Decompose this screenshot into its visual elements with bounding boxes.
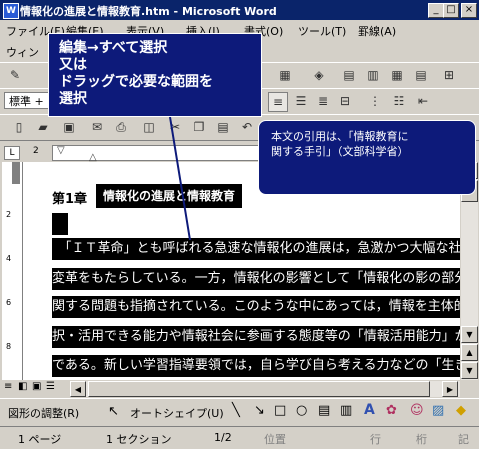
hscroll-thumb[interactable]: [88, 381, 430, 397]
cut-icon[interactable]: ✂: [166, 118, 184, 136]
minimize-button[interactable]: _: [428, 3, 444, 18]
web-view-icon[interactable]: ◧: [18, 381, 27, 392]
normal-view-icon[interactable]: ≡: [4, 381, 12, 392]
vertical-textbox-icon[interactable]: ▥: [340, 403, 352, 418]
scroll-right-icon[interactable]: ▶: [442, 381, 458, 397]
selection-block: [52, 213, 68, 235]
vruler-number-6: 6: [6, 298, 12, 307]
menu-window[interactable]: ウィン: [6, 44, 39, 60]
columns-icon[interactable]: ⊞: [440, 66, 458, 84]
grid-icon-3[interactable]: ▦: [388, 66, 406, 84]
email-icon[interactable]: ✉: [88, 118, 106, 136]
document-line[interactable]: 関する問題も指摘されている。このような中にあっては，情報を主体的: [52, 296, 460, 318]
arrow-icon[interactable]: ↘: [254, 403, 265, 418]
close-button[interactable]: ×: [461, 3, 477, 18]
scroll-left-icon[interactable]: ◀: [70, 381, 86, 397]
status-section: 1 セクション: [106, 433, 172, 446]
draw-adjust-menu[interactable]: 図形の調整(R): [8, 405, 79, 421]
copy-icon[interactable]: ❐: [190, 118, 208, 136]
undo-icon[interactable]: ↶: [238, 118, 256, 136]
line-icon[interactable]: ╲: [232, 403, 240, 418]
status-column: 桁: [416, 433, 427, 446]
chapter-label: 第1章: [52, 192, 88, 207]
outline-view-icon[interactable]: ☰: [46, 381, 55, 392]
status-page: 1 ページ: [18, 433, 62, 446]
document-line[interactable]: 択・活用できる能力や情報社会に参画する態度等の「情報活用能力」が: [52, 326, 460, 348]
menu-tools[interactable]: ツール(T): [298, 23, 346, 39]
drawing-toolbar: 図形の調整(R) ↖ オートシェイプ(U) ╲ ↘ □ ○ ▤ ▥ A ✿ ☺ …: [0, 398, 479, 425]
open-folder-icon[interactable]: ▰: [34, 118, 52, 136]
select-pointer-icon[interactable]: ↖: [108, 404, 119, 419]
maximize-button[interactable]: □: [443, 3, 459, 18]
horizontal-scrollbar[interactable]: ◀ ▶: [70, 381, 460, 397]
align-right-icon[interactable]: ≣: [314, 92, 332, 110]
picture-icon[interactable]: ▨: [432, 403, 444, 418]
print-view-icon[interactable]: ▣: [32, 381, 41, 392]
word-app-icon[interactable]: W: [3, 3, 19, 19]
pencil-icon[interactable]: ✎: [6, 66, 24, 84]
callout-line: ドラッグで必要な範囲を: [59, 74, 213, 90]
vruler-number-2: 2: [6, 210, 12, 219]
border-icon[interactable]: ▦: [276, 66, 294, 84]
status-line: 行: [370, 433, 381, 446]
next-page-icon[interactable]: ▼: [461, 362, 478, 379]
bullets-icon[interactable]: ☷: [390, 92, 408, 110]
ruler-left-number: 2: [33, 146, 39, 156]
distribute-icon[interactable]: ⊟: [336, 92, 354, 110]
note-line: 本文の引用は、「情報教育に: [271, 130, 409, 143]
status-pages: 1/2: [214, 431, 232, 444]
paste-icon[interactable]: ▤: [214, 118, 232, 136]
oval-icon[interactable]: ○: [296, 403, 307, 418]
callout-line: 編集→すべて選択: [59, 40, 168, 56]
instruction-callout: 編集→すべて選択 又は ドラッグで必要な範囲を 選択: [48, 33, 262, 117]
status-record: 記: [458, 433, 469, 446]
document-line[interactable]: 変革をもたらしている。一方，情報化の影響として「情報化の影の部分: [52, 268, 460, 290]
vertical-ruler-margin: [12, 162, 20, 184]
fill-color-icon[interactable]: ◈: [310, 66, 328, 84]
tab-selector-icon[interactable]: L: [4, 146, 20, 160]
new-doc-icon[interactable]: ▯: [10, 118, 28, 136]
rectangle-icon[interactable]: □: [274, 403, 286, 418]
align-justify-icon[interactable]: ≡: [268, 92, 288, 112]
grid-icon[interactable]: ▤: [340, 66, 358, 84]
fill-bucket-icon[interactable]: ◆: [456, 403, 466, 418]
vruler-number-4: 4: [6, 254, 12, 263]
view-buttons: ≡ ◧ ▣ ☰: [2, 381, 68, 397]
numbering-icon[interactable]: ⋮: [366, 92, 384, 110]
save-icon[interactable]: ▣: [60, 118, 78, 136]
grid-icon-2[interactable]: ▥: [364, 66, 382, 84]
scroll-down-icon[interactable]: ▼: [461, 326, 478, 343]
window-title: 情報化の進展と情報教育.htm - Microsoft Word: [20, 5, 277, 18]
document-line[interactable]: である。新しい学習指導要領では，自ら学び自ら考える力などの「生き: [52, 355, 460, 377]
vruler-number-8: 8: [6, 342, 12, 351]
chapter-title: 情報化の進展と情報教育: [96, 184, 242, 208]
wordart-icon[interactable]: A: [364, 402, 375, 418]
status-bar: 1 ページ 1 セクション 1/2 位置 行 桁 記: [0, 426, 479, 449]
document-line[interactable]: 「ＩＴ革命」とも呼ばれる急速な情報化の進展は，急激かつ大幅な社: [52, 238, 460, 260]
menu-table[interactable]: 罫線(A): [358, 23, 396, 39]
print-icon[interactable]: ⎙: [112, 118, 130, 136]
autoshape-menu[interactable]: オートシェイプ(U): [130, 405, 224, 421]
clipart-icon[interactable]: ☺: [410, 403, 424, 418]
indent-icon[interactable]: ⇤: [414, 92, 432, 110]
style-select-value: 標準 +: [9, 95, 44, 108]
first-line-indent-icon[interactable]: ▽: [57, 145, 65, 156]
grid-icon-4[interactable]: ▤: [412, 66, 430, 84]
prev-page-icon[interactable]: ▲: [461, 344, 478, 361]
preview-icon[interactable]: ◫: [140, 118, 158, 136]
textbox-icon[interactable]: ▤: [318, 403, 330, 418]
status-position: 位置: [264, 433, 286, 446]
align-center-icon[interactable]: ☰: [292, 92, 310, 110]
title-bar: W 情報化の進展と情報教育.htm - Microsoft Word _ □ ×: [0, 0, 479, 20]
source-note-callout: 本文の引用は、「情報教育に 関する手引」（文部科学省）: [258, 120, 476, 195]
diagram-icon[interactable]: ✿: [386, 403, 397, 418]
note-line: 関する手引」（文部科学省）: [271, 145, 409, 158]
callout-line: 又は: [59, 57, 87, 73]
callout-line: 選択: [59, 91, 87, 107]
vertical-ruler: 2 4 6 8: [2, 162, 23, 380]
